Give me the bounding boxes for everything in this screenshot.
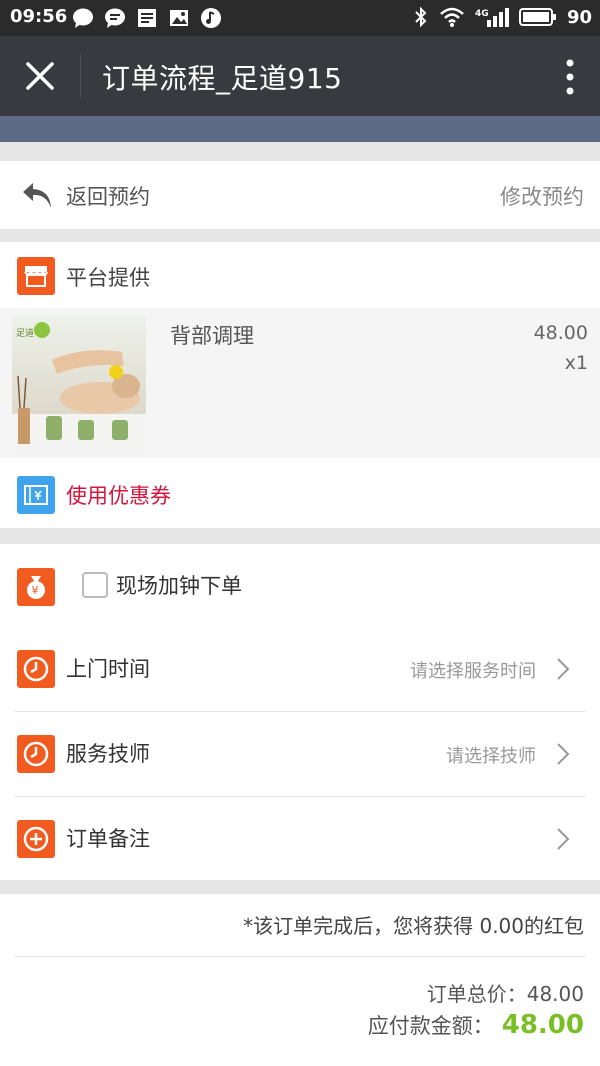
product-name: 背部调理 — [170, 324, 254, 348]
technician-label: 服务技师 — [66, 742, 150, 766]
back-arrow-icon[interactable] — [20, 179, 54, 211]
order-total-value: 48.00 — [526, 982, 584, 1006]
status-right: 4G 90 — [413, 6, 592, 28]
chevron-right-icon — [557, 828, 570, 850]
divider — [14, 956, 586, 957]
close-icon[interactable] — [22, 58, 58, 94]
product-quantity: x1 — [564, 352, 588, 374]
title-divider — [80, 54, 81, 98]
payable-label: 应付款金额： — [367, 1014, 494, 1038]
order-summary: *该订单完成后，您将获得 0.00的红包 订单总价：48.00 应付款金额： 4… — [0, 894, 600, 1066]
title-bar: 订单流程_足道915 — [0, 36, 600, 116]
message-icon — [105, 8, 125, 28]
add-clock-label[interactable]: 现场加钟下单 — [116, 570, 242, 600]
order-options: ¥ 现场加钟下单 上门时间 请选择服务时间 服务技师 请选择技师 订单备注 — [0, 544, 600, 880]
coupon-icon — [17, 476, 55, 514]
add-circle-icon — [17, 820, 55, 858]
page-title: 订单流程_足道915 — [102, 62, 343, 95]
back-to-booking-link[interactable]: 返回预约 — [66, 181, 150, 211]
payable-amount: 应付款金额： 48.00 — [368, 1010, 584, 1040]
order-note-item[interactable]: 订单备注 — [0, 797, 600, 881]
clock-icon — [17, 735, 55, 773]
technician-item[interactable]: 服务技师 请选择技师 — [0, 712, 600, 796]
document-icon — [138, 9, 156, 27]
payable-value: 48.00 — [501, 1010, 584, 1040]
image-icon — [170, 10, 188, 26]
status-time: 09:56 — [10, 6, 68, 27]
product-thumbnail: 足道 — [12, 316, 146, 450]
technician-hint: 请选择技师 — [446, 746, 536, 767]
order-note-label: 订单备注 — [66, 827, 150, 851]
order-total: 订单总价：48.00 — [427, 978, 584, 1007]
provider-label: 平台提供 — [66, 266, 150, 290]
chat-bubble-icon — [73, 8, 93, 28]
clock-icon — [17, 650, 55, 688]
bluetooth-icon — [415, 6, 427, 28]
order-total-label: 订单总价： — [426, 982, 527, 1006]
money-bag-icon: ¥ — [17, 568, 55, 606]
visit-time-item[interactable]: 上门时间 请选择服务时间 — [0, 627, 600, 711]
coupon-label[interactable]: 使用优惠券 — [66, 480, 171, 510]
chevron-right-icon — [557, 743, 570, 765]
notification-icons — [72, 7, 222, 29]
svg-text:足道: 足道 — [16, 327, 34, 339]
coupon-row[interactable]: 使用优惠券 — [0, 458, 600, 528]
product-item[interactable]: 足道 背部调理 48.00 x1 — [0, 308, 600, 458]
battery-percent: 90 — [566, 6, 592, 28]
battery-icon — [518, 8, 556, 26]
wifi-icon — [440, 7, 464, 27]
music-icon — [201, 8, 221, 28]
status-bar: 09:56 4G 90 — [0, 0, 600, 36]
top-banner — [0, 116, 600, 142]
svg-text:¥: ¥ — [32, 584, 39, 597]
visit-time-label: 上门时间 — [66, 657, 150, 681]
store-icon — [17, 257, 55, 295]
back-row: 返回预约 修改预约 — [0, 161, 600, 229]
visit-time-hint: 请选择服务时间 — [410, 661, 536, 682]
modify-booking-link[interactable]: 修改预约 — [500, 181, 584, 211]
more-options-icon[interactable] — [566, 58, 574, 96]
red-packet-notice: *该订单完成后，您将获得 0.00的红包 — [243, 914, 584, 938]
product-price: 48.00 — [533, 322, 588, 344]
cellular-signal-icon: 4G — [475, 8, 509, 27]
chevron-right-icon — [557, 658, 570, 680]
provider-row: 平台提供 — [0, 242, 600, 308]
svg-text:4G: 4G — [475, 9, 489, 19]
add-clock-checkbox[interactable] — [82, 572, 108, 598]
